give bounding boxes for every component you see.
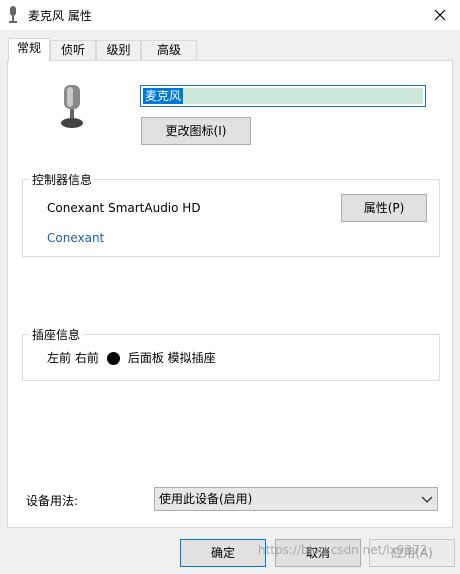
tab-levels[interactable]: 级别 xyxy=(96,40,141,60)
chevron-down-icon xyxy=(421,496,433,503)
device-name-input[interactable]: 麦克风 xyxy=(140,85,426,107)
device-name-text: 麦克风 xyxy=(143,88,184,104)
microphone-icon xyxy=(9,6,17,23)
jack-position: 左前 右前 xyxy=(47,351,99,365)
controller-info-label: 控制器信息 xyxy=(32,173,93,187)
watermark-text: https://blog.csdn.net/lx9372 xyxy=(258,543,428,557)
close-icon xyxy=(434,9,446,21)
change-icon-button[interactable]: 更改图标(I) xyxy=(141,117,251,145)
tab-general[interactable]: 常规 xyxy=(8,38,50,62)
device-usage-value: 使用此设备(启用) xyxy=(159,492,253,506)
jack-color-swatch xyxy=(106,352,120,365)
close-button[interactable] xyxy=(420,0,460,30)
tab-advanced[interactable]: 高级 xyxy=(141,40,197,60)
device-usage-select[interactable]: 使用此设备(启用) xyxy=(154,487,438,511)
jack-info-label: 插座信息 xyxy=(32,328,81,342)
window-title: 麦克风 属性 xyxy=(28,9,92,23)
device-usage-label: 设备用法: xyxy=(26,494,79,508)
ok-button[interactable]: 确定 xyxy=(180,539,266,567)
tab-listen[interactable]: 侦听 xyxy=(50,40,96,60)
controller-properties-button[interactable]: 属性(P) xyxy=(341,194,427,222)
controller-vendor-link[interactable]: Conexant xyxy=(47,231,104,245)
microphone-device-icon xyxy=(61,85,83,128)
title-bar: 麦克风 属性 xyxy=(0,0,460,30)
controller-name: Conexant SmartAudio HD xyxy=(47,201,201,215)
input-background xyxy=(143,88,423,104)
jack-info-row: 左前 右前 后面板 模拟插座 xyxy=(47,349,216,366)
general-tab-panel: 麦克风 更改图标(I) 控制器信息 Conexant SmartAudio HD… xyxy=(7,60,453,528)
jack-description: 后面板 模拟插座 xyxy=(127,351,216,365)
